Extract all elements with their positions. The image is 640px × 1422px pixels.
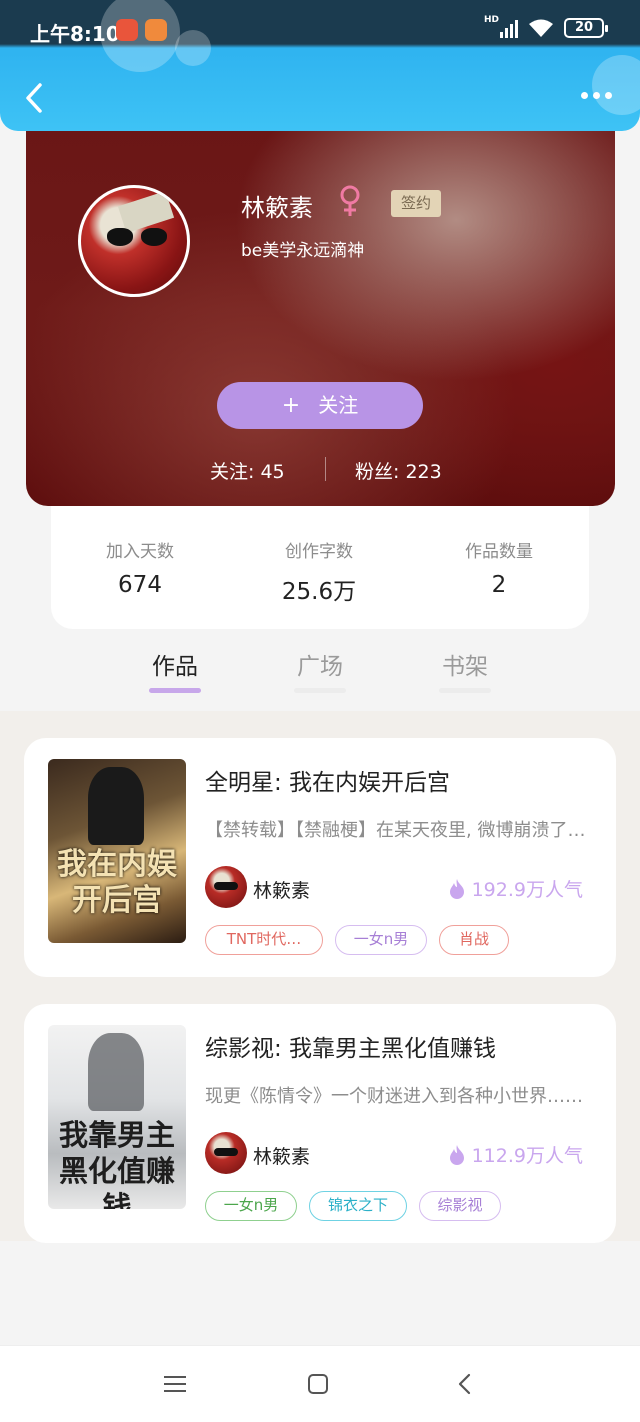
popularity-value: 112.9万人气 xyxy=(471,1145,583,1167)
tag-list: 一女n男 锦衣之下 综影视 xyxy=(205,1191,501,1221)
decor-bubble xyxy=(592,55,640,115)
popularity: 192.9万人气 xyxy=(448,875,583,902)
follow-label: 关注 xyxy=(318,393,359,417)
app-header: 上午8:10 HD 20 xyxy=(0,0,640,131)
follow-counts: 关注: 45 粉丝: 223 xyxy=(26,455,615,485)
tab-works[interactable]: 作品 xyxy=(145,647,205,681)
book-cover[interactable]: 我在内娱开后宫 xyxy=(48,759,186,943)
chevron-left-icon xyxy=(26,83,42,113)
avatar[interactable] xyxy=(78,185,190,297)
flame-icon xyxy=(449,1144,464,1165)
tab-square[interactable]: 广场 xyxy=(290,647,350,681)
shop-notification-icon xyxy=(145,19,167,41)
follow-button[interactable]: + 关注 xyxy=(217,382,423,429)
tag[interactable]: 综影视 xyxy=(419,1191,501,1221)
following-count[interactable]: 关注: 45 xyxy=(210,457,285,484)
stat-label: 加入天数 xyxy=(106,542,174,562)
tag-list: TNT时代… 一女n男 肖战 xyxy=(205,925,509,955)
tag[interactable]: TNT时代… xyxy=(205,925,323,955)
author-name: 林簌素 xyxy=(253,880,311,902)
plus-icon: + xyxy=(281,393,301,418)
stat-label: 创作字数 xyxy=(285,542,353,562)
stat-word-count: 创作字数 25.6万 xyxy=(249,537,389,606)
chevron-left-icon xyxy=(458,1373,471,1395)
tab-indicator xyxy=(439,688,491,693)
back-button[interactable] xyxy=(20,80,50,116)
stats-panel: 加入天数 674 创作字数 25.6万 作品数量 2 xyxy=(51,505,589,629)
book-description: 【禁转载】【禁融梗】在某天夜里, 微博崩溃了…… xyxy=(205,820,590,841)
tag[interactable]: 一女n男 xyxy=(205,1191,297,1221)
system-back-button[interactable] xyxy=(455,1373,477,1395)
author-avatar xyxy=(205,1132,247,1174)
signal-icon: HD xyxy=(484,15,518,38)
status-time: 上午8:10 xyxy=(30,22,120,46)
app-notification-icon xyxy=(116,19,138,41)
user-bio: be美学永远滴神 xyxy=(241,241,365,261)
stat-join-days: 加入天数 674 xyxy=(70,537,210,598)
cover-figure xyxy=(88,767,144,845)
network-type: HD xyxy=(484,15,500,25)
system-nav-bar xyxy=(0,1345,640,1422)
stat-works-count: 作品数量 2 xyxy=(429,537,569,598)
tab-bar: 作品 广场 书架 xyxy=(0,629,640,711)
signed-badge: 签约 xyxy=(391,190,441,217)
author-name: 林簌素 xyxy=(253,1146,311,1168)
flame-icon xyxy=(449,878,464,899)
more-dots-icon xyxy=(581,92,588,99)
cover-figure xyxy=(88,1033,144,1111)
cover-title: 我靠男主黑化值赚钱 xyxy=(58,1118,175,1209)
wifi-icon xyxy=(528,18,554,38)
author-avatar xyxy=(205,866,247,908)
book-title[interactable]: 综影视: 我靠男主黑化值赚钱 xyxy=(205,1029,496,1063)
book-card[interactable]: 我靠男主黑化值赚钱 综影视: 我靠男主黑化值赚钱 现更《陈情令》一个财迷进入到各… xyxy=(24,1004,616,1243)
battery-icon: 20 xyxy=(564,18,608,38)
book-description: 现更《陈情令》一个财迷进入到各种小世界…… xyxy=(205,1086,583,1107)
tag[interactable]: 锦衣之下 xyxy=(309,1191,407,1221)
recent-apps-button[interactable] xyxy=(164,1373,186,1395)
female-icon xyxy=(340,185,360,216)
stat-value: 674 xyxy=(118,572,162,598)
tab-indicator xyxy=(294,688,346,693)
fans-count[interactable]: 粉丝: 223 xyxy=(355,457,442,484)
user-name: 林簌素 xyxy=(241,194,313,222)
book-title[interactable]: 全明星: 我在内娱开后宫 xyxy=(205,763,450,797)
tag[interactable]: 肖战 xyxy=(439,925,509,955)
book-cover[interactable]: 我靠男主黑化值赚钱 xyxy=(48,1025,186,1209)
popularity-value: 192.9万人气 xyxy=(471,879,583,901)
status-bar: 上午8:10 HD 20 xyxy=(0,0,640,46)
home-button[interactable] xyxy=(308,1374,328,1394)
book-card[interactable]: 我在内娱开后宫 全明星: 我在内娱开后宫 【禁转载】【禁融梗】在某天夜里, 微博… xyxy=(24,738,616,977)
popularity: 112.9万人气 xyxy=(448,1141,583,1168)
tab-bookshelf[interactable]: 书架 xyxy=(435,647,495,681)
tag[interactable]: 一女n男 xyxy=(335,925,427,955)
stat-value: 25.6万 xyxy=(281,579,357,605)
stat-value: 2 xyxy=(491,572,507,598)
stat-label: 作品数量 xyxy=(465,542,533,562)
divider xyxy=(325,457,326,481)
tab-indicator xyxy=(149,688,201,693)
more-options-button[interactable] xyxy=(581,92,612,99)
cover-title: 我在内娱开后宫 xyxy=(57,847,177,918)
profile-card: 林簌素 签约 be美学永远滴神 + 关注 关注: 45 粉丝: 223 xyxy=(26,110,615,506)
